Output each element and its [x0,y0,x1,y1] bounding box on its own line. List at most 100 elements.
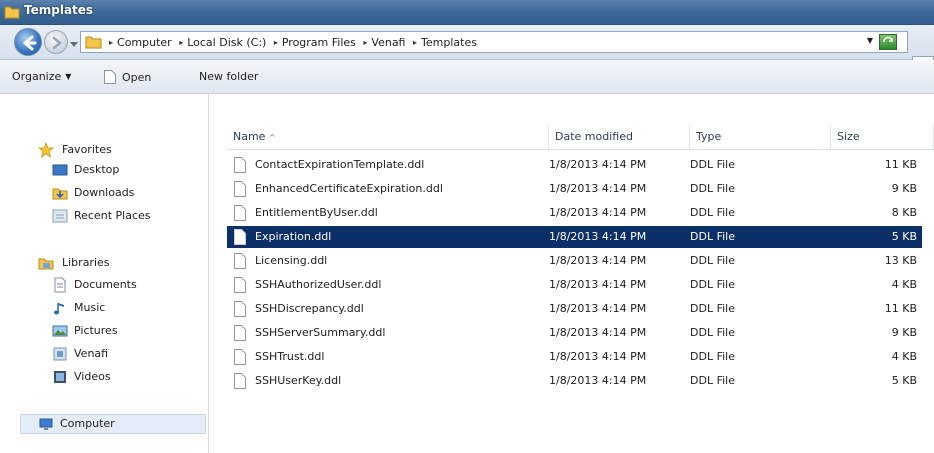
videos-icon [52,369,68,385]
documents-icon [52,277,68,293]
arrow-left-icon [23,35,37,51]
file-size: 9 KB [891,182,917,195]
chevron-right-icon[interactable]: ▸ [274,38,278,47]
file-date: 1/8/2013 4:14 PM [549,350,647,363]
recent-places-icon [52,208,68,224]
file-date: 1/8/2013 4:14 PM [549,158,647,171]
file-type: DDL File [690,350,735,363]
library-folder-icon [52,346,68,362]
column-header: Name ^ Date modified Type Size [227,125,934,150]
file-name: SSHDiscrepancy.ddl [255,302,364,315]
column-name[interactable]: Name ^ [227,125,549,149]
chevron-right-icon[interactable]: ▸ [109,38,113,47]
table-row[interactable]: SSHServerSummary.ddl 1/8/2013 4:14 PM DD… [227,322,922,344]
arrow-right-icon [52,36,62,50]
file-size: 4 KB [891,350,917,363]
desktop-icon [52,162,68,178]
file-name: Licensing.ddl [255,254,328,267]
library-icon [38,255,54,271]
table-row[interactable]: Licensing.ddl 1/8/2013 4:14 PM DDL File … [227,250,922,272]
file-date: 1/8/2013 4:14 PM [549,230,647,243]
file-type: DDL File [690,302,735,315]
file-type: DDL File [690,182,735,195]
file-type: DDL File [690,254,735,267]
table-row[interactable]: SSHAuthorizedUser.ddl 1/8/2013 4:14 PM D… [227,274,922,296]
table-row[interactable]: SSHTrust.ddl 1/8/2013 4:14 PM DDL File 4… [227,346,922,368]
downloads-icon [52,185,68,201]
sort-ascending-icon: ^ [268,133,276,142]
recent-pages-dropdown[interactable] [70,38,78,51]
forward-button[interactable] [44,30,68,54]
file-date: 1/8/2013 4:14 PM [549,182,647,195]
organize-button[interactable]: Organize ▼ [12,70,71,83]
back-button[interactable] [14,28,42,56]
file-type: DDL File [690,374,735,387]
file-name: EntitlementByUser.ddl [255,206,378,219]
file-size: 9 KB [891,326,917,339]
file-icon [234,373,246,397]
breadcrumb-local-disk[interactable]: Local Disk (C:) [187,36,266,49]
file-list-pane: Name ^ Date modified Type Size ContactEx… [209,94,934,453]
table-row-selected[interactable]: Expiration.ddl 1/8/2013 4:14 PM DDL File… [227,226,922,248]
address-bar[interactable]: ▸ Computer ▸ Local Disk (C:) ▸ Program File… [80,31,908,53]
breadcrumb-templates[interactable]: Templates [421,36,477,49]
file-name: ContactExpirationTemplate.ddl [255,158,425,171]
refresh-button[interactable] [879,34,897,50]
chevron-down-icon: ▼ [65,72,72,81]
open-label: Open [122,71,152,84]
organize-label: Organize [12,70,62,83]
file-date: 1/8/2013 4:14 PM [549,206,647,219]
breadcrumb-computer[interactable]: Computer [117,36,172,49]
new-folder-button[interactable]: New folder [199,70,258,83]
chevron-right-icon[interactable]: ▸ [179,38,183,47]
column-type[interactable]: Type [690,125,831,149]
file-size: 5 KB [891,374,917,387]
table-row[interactable]: EnhancedCertificateExpiration.ddl 1/8/20… [227,178,922,200]
column-date-modified[interactable]: Date modified [549,125,690,149]
file-type: DDL File [690,206,735,219]
file-size: 11 KB [884,302,917,315]
refresh-icon [883,36,893,43]
file-name: SSHServerSummary.ddl [255,326,386,339]
star-icon [37,141,55,158]
address-row: ▸ Computer ▸ Local Disk (C:) ▸ Program File… [0,25,934,78]
file-type: DDL File [690,158,735,171]
file-name: Expiration.ddl [255,230,332,243]
music-icon [52,300,68,316]
chevron-right-icon[interactable]: ▸ [363,38,367,47]
window-title: Templates [24,3,94,17]
file-date: 1/8/2013 4:14 PM [549,278,647,291]
address-history-dropdown[interactable]: ▼ [867,36,873,45]
table-row[interactable]: ContactExpirationTemplate.ddl 1/8/2013 4… [227,154,922,176]
title-bar[interactable]: Templates [0,0,934,25]
file-size: 13 KB [884,254,917,267]
breadcrumb-venafi[interactable]: Venafi [371,36,405,49]
file-name: SSHAuthorizedUser.ddl [255,278,382,291]
file-name: EnhancedCertificateExpiration.ddl [255,182,443,195]
folder-icon [85,34,103,53]
file-type: DDL File [690,230,735,243]
file-type: DDL File [690,326,735,339]
folder-icon [4,4,20,23]
file-name: SSHUserKey.ddl [255,374,342,387]
breadcrumb-program-files[interactable]: Program Files [282,36,356,49]
file-date: 1/8/2013 4:14 PM [549,254,647,267]
table-row[interactable]: SSHUserKey.ddl 1/8/2013 4:14 PM DDL File… [227,370,922,392]
chevron-right-icon[interactable]: ▸ [413,38,417,47]
file-size: 11 KB [884,158,917,171]
pictures-icon [52,323,68,339]
file-date: 1/8/2013 4:14 PM [549,326,647,339]
file-size: 8 KB [891,206,917,219]
table-row[interactable]: EntitlementByUser.ddl 1/8/2013 4:14 PM D… [227,202,922,224]
file-size: 5 KB [891,230,917,243]
command-bar: Organize ▼ Open New folder [0,60,934,94]
file-size: 4 KB [891,278,917,291]
document-icon [104,70,116,84]
open-button[interactable]: Open [104,70,151,84]
file-type: DDL File [690,278,735,291]
file-date: 1/8/2013 4:14 PM [549,374,647,387]
navigation-pane: Favorites Desktop Downloads Recent Place… [0,94,209,453]
file-name: SSHTrust.ddl [255,350,325,363]
column-size[interactable]: Size [831,125,934,149]
table-row[interactable]: SSHDiscrepancy.ddl 1/8/2013 4:14 PM DDL … [227,298,922,320]
